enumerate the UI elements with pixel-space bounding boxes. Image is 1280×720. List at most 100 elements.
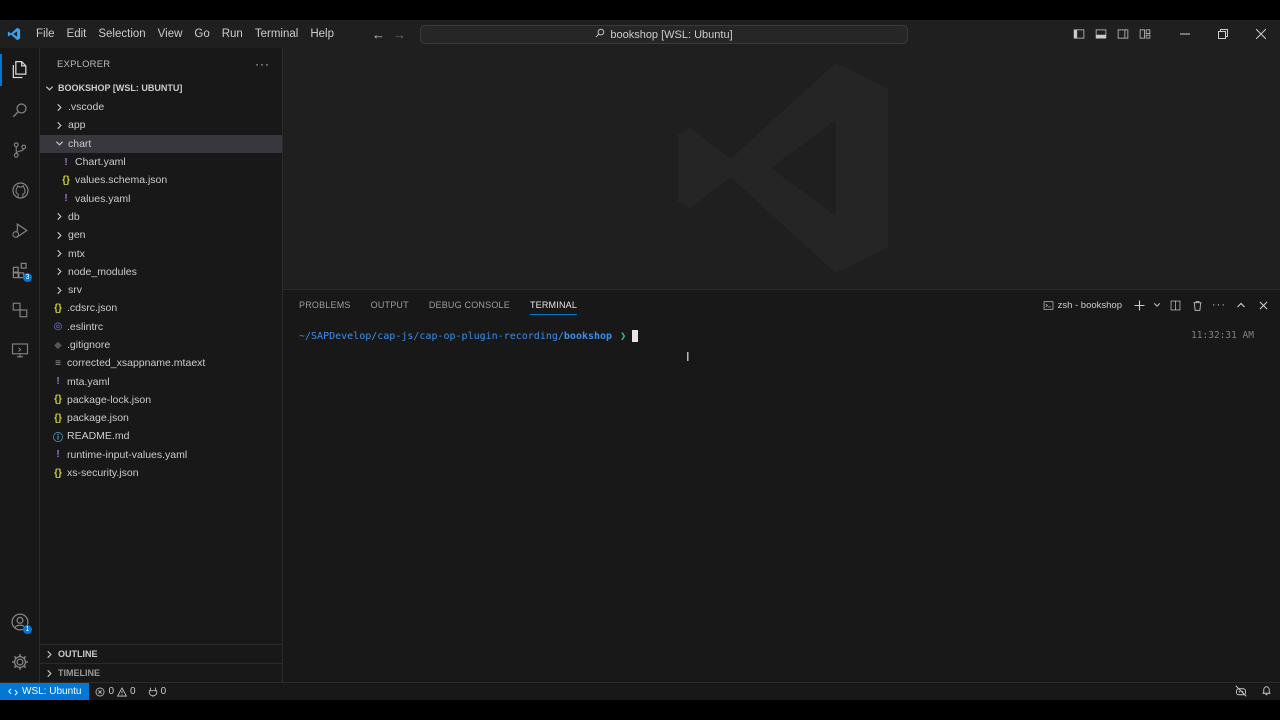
chevron-right-icon: [54, 249, 64, 258]
error-icon: [96, 687, 105, 696]
folder-item[interactable]: gen: [40, 226, 282, 244]
file-name: xs-security.json: [67, 467, 139, 480]
file-item[interactable]: {} values.schema.json: [40, 171, 282, 189]
file-tree: .vscode app chart! Chart.yaml {} values.schem…: [40, 98, 282, 482]
folder-item[interactable]: chart: [40, 134, 282, 153]
file-item[interactable]: ◎ .eslintrc: [40, 318, 282, 336]
terminal-cursor: [632, 330, 639, 342]
toggle-primary-sidebar-icon[interactable]: [1068, 20, 1090, 48]
back-arrow-icon[interactable]: ←: [372, 27, 385, 42]
file-item[interactable]: ⓘ README.md: [40, 427, 282, 445]
customize-layout-icon[interactable]: [1134, 20, 1156, 48]
more-actions-icon[interactable]: ···: [1210, 296, 1228, 314]
file-name: app: [68, 119, 86, 132]
extensions-icon[interactable]: 3: [0, 250, 40, 290]
menu-selection[interactable]: Selection: [92, 20, 151, 48]
extensions-badge: 3: [23, 273, 32, 282]
file-name: runtime-input-values.yaml: [67, 448, 188, 461]
file-item[interactable]: ! values.yaml: [40, 189, 282, 207]
status-bar: WSL: Ubuntu 0 0 0: [0, 682, 1280, 701]
remote-indicator[interactable]: WSL: Ubuntu: [0, 682, 90, 701]
remote-explorer-icon[interactable]: [0, 290, 40, 330]
manage-gear-icon[interactable]: [0, 642, 40, 682]
split-terminal-icon[interactable]: [1166, 296, 1184, 314]
file-item[interactable]: ≡ corrected_xsappname.mtaext: [40, 354, 282, 372]
terminal-prompt[interactable]: ~/SAPDevelop/cap-js/cap-op-plugin-record…: [299, 330, 639, 342]
problems-indicator[interactable]: 0 0: [89, 686, 141, 697]
file-item[interactable]: {} package-lock.json: [40, 391, 282, 409]
chevron-right-icon: [44, 650, 54, 659]
tab-terminal[interactable]: TERMINAL: [529, 290, 578, 320]
file-item[interactable]: ! runtime-input-values.yaml: [40, 446, 282, 464]
folder-item[interactable]: srv: [40, 281, 282, 299]
menu-file[interactable]: File: [30, 20, 61, 48]
bottom-panel: PROBLEMS OUTPUT DEBUG CONSOLE TERMINAL z…: [283, 289, 1280, 682]
folder-item[interactable]: .vscode: [40, 98, 282, 116]
chevron-right-icon: [54, 267, 64, 276]
explorer-header: EXPLORER ···: [40, 48, 282, 80]
chevron-right-icon: [44, 669, 54, 678]
git-file-icon: ◆: [54, 339, 62, 351]
folder-item[interactable]: db: [40, 208, 282, 226]
github-icon[interactable]: [0, 170, 40, 210]
chevron-right-icon: [54, 231, 64, 240]
menu-help[interactable]: Help: [304, 20, 340, 48]
file-item[interactable]: ◆ .gitignore: [40, 336, 282, 354]
menu-view[interactable]: View: [152, 20, 189, 48]
maximize-panel-icon[interactable]: [1232, 296, 1250, 314]
folder-item[interactable]: app: [40, 116, 282, 134]
toggle-panel-icon[interactable]: [1090, 20, 1112, 48]
menu-run[interactable]: Run: [216, 20, 249, 48]
toggle-secondary-sidebar-icon[interactable]: [1112, 20, 1134, 48]
ports-count: 0: [160, 686, 167, 697]
workspace-section-header[interactable]: BOOKSHOP [WSL: UBUNTU]: [40, 80, 282, 96]
folder-item[interactable]: node_modules: [40, 263, 282, 281]
file-name: db: [68, 210, 80, 223]
terminal-selector[interactable]: zsh - bookshop: [1043, 300, 1122, 311]
tab-debug-console[interactable]: DEBUG CONSOLE: [429, 290, 510, 320]
new-terminal-plus-icon[interactable]: [1130, 296, 1148, 314]
file-name: .eslintrc: [67, 320, 104, 333]
file-name: values.schema.json: [75, 174, 168, 187]
minimize-icon[interactable]: [1166, 20, 1204, 48]
menu-go[interactable]: Go: [188, 20, 215, 48]
ports-indicator[interactable]: 0: [142, 686, 173, 697]
outline-section[interactable]: OUTLINE: [40, 644, 283, 663]
notifications-bell-icon[interactable]: [1261, 685, 1272, 699]
menu-bar: File Edit Selection View Go Run Terminal…: [30, 20, 340, 48]
run-debug-icon[interactable]: [0, 210, 40, 250]
file-name: node_modules: [68, 265, 137, 278]
folder-item[interactable]: mtx: [40, 244, 282, 262]
file-name: mta.yaml: [67, 375, 110, 388]
search-icon[interactable]: [0, 90, 40, 130]
restore-icon[interactable]: [1204, 20, 1242, 48]
menu-terminal[interactable]: Terminal: [249, 20, 304, 48]
source-control-icon[interactable]: [0, 130, 40, 170]
remote-icon: [8, 688, 18, 695]
accounts-icon[interactable]: 1: [0, 602, 40, 642]
ports-icon[interactable]: [0, 330, 40, 370]
close-panel-icon[interactable]: [1254, 296, 1272, 314]
chevron-down-icon[interactable]: [1152, 296, 1162, 314]
json-file-icon: {}: [54, 412, 62, 424]
timeline-section[interactable]: TIMELINE: [40, 663, 283, 682]
more-actions-icon[interactable]: ···: [255, 57, 270, 71]
trash-icon[interactable]: [1188, 296, 1206, 314]
copilot-icon[interactable]: [1235, 684, 1247, 700]
forward-arrow-icon[interactable]: →: [393, 27, 406, 42]
file-item[interactable]: ! Chart.yaml: [40, 153, 282, 171]
tab-output[interactable]: OUTPUT: [371, 290, 409, 320]
file-item[interactable]: ! mta.yaml: [40, 372, 282, 390]
tab-problems[interactable]: PROBLEMS: [299, 290, 351, 320]
explorer-icon[interactable]: [0, 50, 40, 90]
file-item[interactable]: {} .cdsrc.json: [40, 299, 282, 317]
title-right-controls: [1068, 20, 1280, 48]
file-name: package.json: [67, 412, 129, 425]
text-file-icon: ≡: [55, 357, 61, 369]
menu-edit[interactable]: Edit: [61, 20, 93, 48]
command-center[interactable]: bookshop [WSL: Ubuntu]: [420, 25, 908, 44]
file-item[interactable]: {} xs-security.json: [40, 464, 282, 482]
file-item[interactable]: {} package.json: [40, 409, 282, 427]
close-window-icon[interactable]: [1242, 20, 1280, 48]
outline-label: OUTLINE: [58, 649, 98, 659]
